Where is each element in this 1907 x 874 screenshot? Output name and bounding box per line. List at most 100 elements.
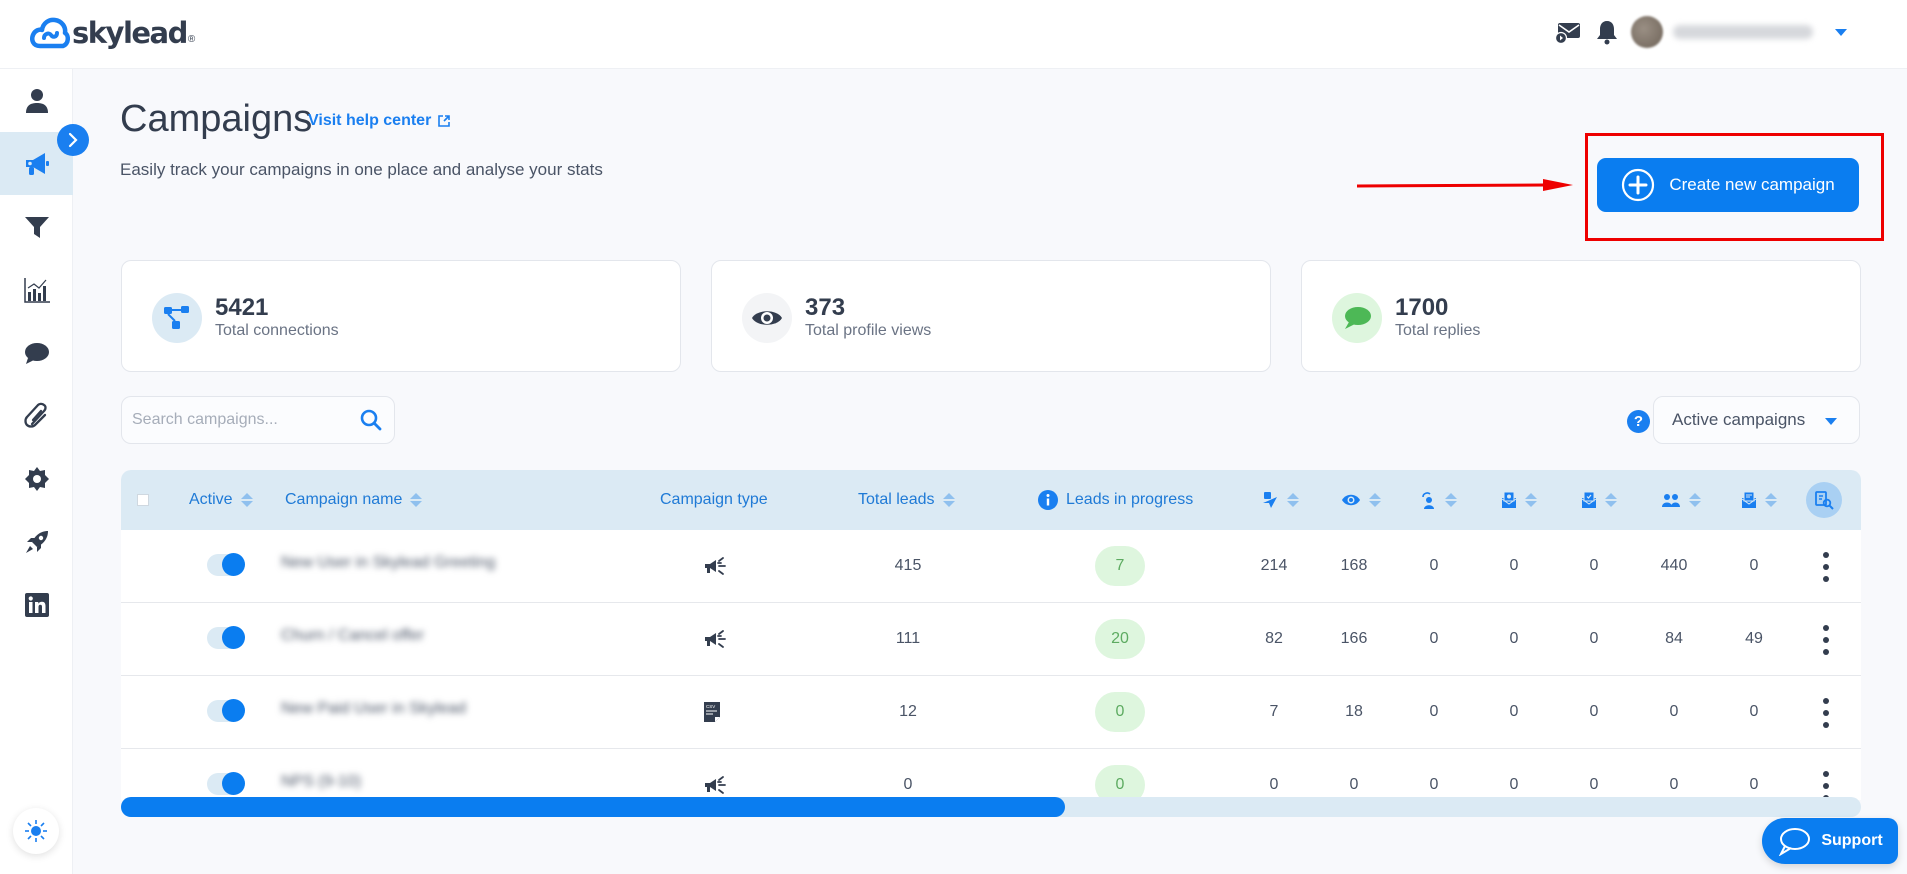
row-actions-menu-icon[interactable] (1816, 698, 1836, 728)
sort-icon (942, 493, 955, 507)
sidebar-item-integrations[interactable] (0, 384, 73, 447)
row-actions-menu-icon[interactable] (1816, 771, 1836, 800)
filter-help-icon[interactable]: ? (1627, 410, 1650, 433)
page-title: Campaigns (120, 98, 313, 140)
row-actions-menu-icon[interactable] (1816, 625, 1836, 655)
chevron-right-icon (68, 132, 78, 148)
column-header-follow[interactable] (1421, 470, 1457, 530)
external-link-icon (438, 115, 451, 127)
user-icon (25, 88, 48, 113)
follow-count: 0 (1429, 776, 1439, 793)
help-center-link-label: Visit help center (308, 112, 432, 129)
column-header-connection-sent[interactable] (1261, 470, 1299, 530)
column-settings-button[interactable] (1806, 482, 1842, 518)
campaign-name[interactable]: NPS (9-10) (281, 773, 361, 791)
active-toggle[interactable] (207, 699, 245, 722)
sort-icon (1369, 493, 1381, 507)
search-input[interactable] (132, 397, 352, 443)
table-row[interactable]: New User in Skylead Greeting 415 7 214 168 0 0… (121, 530, 1861, 603)
leads-in-progress-badge: 7 (1095, 546, 1145, 586)
column-header-total-leads[interactable]: Total leads (858, 470, 955, 530)
campaign-status-selected: Active campaigns (1672, 410, 1806, 429)
follow-count: 0 (1429, 630, 1439, 647)
follow-count: 0 (1429, 703, 1439, 720)
sidebar-item-onboarding[interactable] (0, 510, 73, 573)
profile-view-count: 0 (1349, 776, 1359, 793)
table-row[interactable]: New Paid User in Skylead CSV 12 0 7 18 0 0 0 0 0 (121, 676, 1861, 749)
sidebar-expand-button[interactable] (57, 124, 89, 156)
paperclip-icon (23, 402, 47, 428)
support-button[interactable]: Support (1762, 818, 1898, 864)
bell-icon[interactable] (1593, 18, 1621, 46)
column-header-campaign-name[interactable]: Campaign name (285, 470, 423, 530)
campaign-name[interactable]: Churn / Cancel offer (281, 627, 424, 645)
total-leads: 0 (903, 776, 913, 793)
column-header-active[interactable]: Active (189, 470, 253, 530)
profile-view-count: 168 (1340, 557, 1368, 574)
sidebar-item-settings[interactable] (0, 447, 73, 510)
stat-value: 373 (805, 294, 846, 321)
sidebar (0, 69, 73, 874)
table-row[interactable]: NPS (9-10) 0 0 0 0 0 0 0 0 0 (121, 749, 1861, 800)
select-all-checkbox[interactable] (137, 494, 149, 506)
row-actions-menu-icon[interactable] (1816, 552, 1836, 582)
funnel-icon (24, 216, 49, 238)
annotation-arrow (1356, 179, 1573, 191)
column-label: Total leads (858, 491, 935, 508)
email-replied-count: 0 (1749, 776, 1759, 793)
sort-icon (1445, 493, 1457, 507)
sort-icon (410, 493, 423, 507)
gear-icon (24, 466, 49, 491)
active-toggle[interactable] (207, 626, 245, 649)
column-header-profile-view[interactable] (1341, 470, 1381, 530)
stat-value: 1700 (1395, 294, 1449, 321)
active-toggle[interactable] (207, 772, 245, 795)
column-header-email-sent[interactable] (1501, 470, 1537, 530)
help-center-link[interactable]: Visit help center (308, 112, 451, 130)
column-header-campaign-type: Campaign type (660, 470, 768, 530)
column-header-email-replied[interactable] (1741, 470, 1777, 530)
eye-icon (742, 293, 792, 343)
campaign-name[interactable]: New Paid User in Skylead (281, 700, 466, 718)
logo[interactable]: skylead ® (30, 16, 195, 50)
connection-sent-icon (1263, 492, 1277, 508)
cloud-logo-icon (30, 17, 70, 49)
sidebar-item-lead-filters[interactable] (0, 195, 73, 258)
sidebar-item-analytics[interactable] (0, 258, 73, 321)
sidebar-item-linkedin[interactable] (0, 573, 73, 636)
leads-in-progress: 0 (1095, 676, 1145, 748)
active-toggle[interactable] (207, 553, 245, 576)
user-name[interactable]: Anja Aleksandjević (1673, 25, 1813, 39)
info-icon[interactable] (1038, 490, 1058, 510)
column-header-email-verified[interactable] (1581, 470, 1617, 530)
avatar[interactable] (1631, 16, 1663, 48)
column-header-connections-accepted[interactable] (1661, 470, 1701, 530)
campaign-name[interactable]: New User in Skylead Greeting (281, 554, 495, 572)
chevron-down-icon[interactable] (1835, 28, 1847, 36)
connection-sent-count: 0 (1269, 776, 1279, 793)
chart-icon (23, 277, 50, 303)
sidebar-item-inbox[interactable] (0, 321, 73, 384)
stat-label: Total profile views (805, 322, 932, 339)
connection-sent-count: 7 (1269, 703, 1279, 720)
email-tracking-icon[interactable] (1555, 18, 1583, 46)
theme-toggle-button[interactable] (13, 808, 59, 854)
email-replied-count: 49 (1745, 630, 1763, 647)
horizontal-scrollbar-thumb[interactable] (121, 797, 1065, 817)
total-leads: 415 (894, 557, 922, 574)
linkedin-icon (24, 592, 49, 617)
megaphone-icon (703, 603, 727, 675)
sort-icon (1525, 493, 1537, 507)
email-verified-count: 0 (1589, 557, 1599, 574)
campaign-status-select[interactable]: Active campaigns (1653, 396, 1860, 444)
profile-view-count: 166 (1340, 630, 1368, 647)
top-bar: skylead ® Anja Aleksandjević (0, 0, 1907, 69)
column-label: Leads in progress (1066, 491, 1194, 508)
search-icon[interactable] (360, 409, 382, 431)
megaphone-icon (25, 152, 49, 175)
sort-icon (240, 493, 253, 507)
connections-accepted-count: 84 (1665, 630, 1683, 647)
sidebar-item-accounts[interactable] (0, 69, 73, 132)
table-row[interactable]: Churn / Cancel offer 111 20 82 166 0 0 0 84 49 (121, 603, 1861, 676)
create-campaign-button[interactable]: Create new campaign (1597, 158, 1859, 212)
